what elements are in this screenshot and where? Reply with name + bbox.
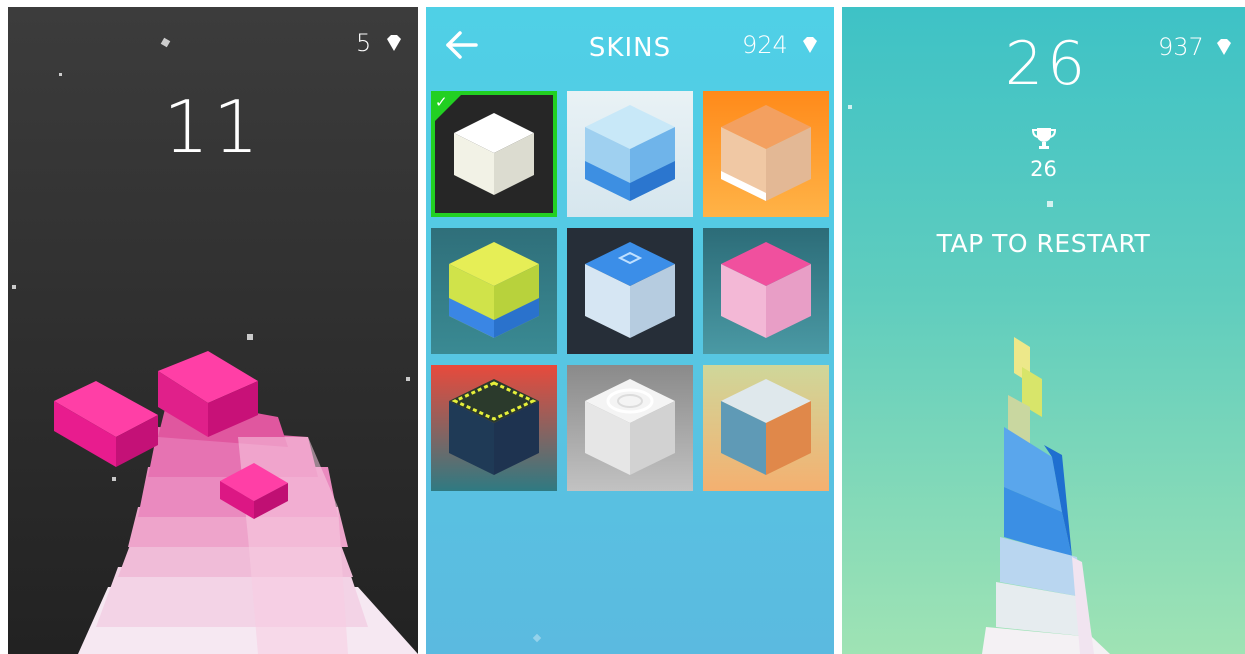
tap-to-restart[interactable]: TAP TO RESTART [842, 229, 1245, 258]
cube-icon [585, 105, 675, 201]
block-tower [982, 337, 1110, 654]
gameover-screen[interactable]: 26 937 26 TAP TO RESTART [842, 7, 1245, 654]
best-score: 26 [1030, 157, 1057, 181]
skin-blue-tile[interactable] [567, 228, 693, 354]
skin-plain-white[interactable]: ✓ [431, 91, 557, 217]
skin-white-rings[interactable] [567, 365, 693, 491]
score: 11 [163, 85, 263, 169]
trophy-icon [1031, 128, 1057, 149]
skin-grid-neon[interactable] [431, 365, 557, 491]
cube-icon [721, 105, 811, 201]
checkmark-icon: ✓ [435, 93, 448, 111]
skins-screen[interactable]: SKINS 924 ✓ [426, 7, 834, 654]
skin-pink-pattern[interactable] [703, 228, 829, 354]
cube-icon [721, 242, 811, 338]
particle [532, 633, 542, 643]
particle [848, 105, 852, 109]
particle [59, 73, 62, 76]
final-score: 26 [1004, 29, 1090, 99]
skin-blue-striped[interactable] [567, 91, 693, 217]
cube-icon [449, 379, 539, 475]
particle [160, 37, 171, 48]
particle [12, 285, 16, 289]
diamond-icon [803, 37, 817, 53]
diamond-icon [1217, 39, 1231, 55]
skin-orange-mesh[interactable] [703, 365, 829, 491]
diamond-icon [387, 35, 401, 51]
gem-count: 5 [356, 29, 372, 57]
block-tower [54, 351, 418, 654]
gameplay-screen[interactable]: 5 11 [8, 7, 418, 654]
skin-orange-brick[interactable] [703, 91, 829, 217]
skin-yellow-blue-layered[interactable] [431, 228, 557, 354]
cube-icon [585, 242, 675, 338]
cube-icon [721, 379, 811, 475]
gem-count: 937 [1158, 33, 1204, 61]
cube-icon [585, 379, 675, 475]
gem-count: 924 [742, 31, 788, 59]
particle [1047, 201, 1053, 207]
cube-icon [449, 242, 539, 338]
